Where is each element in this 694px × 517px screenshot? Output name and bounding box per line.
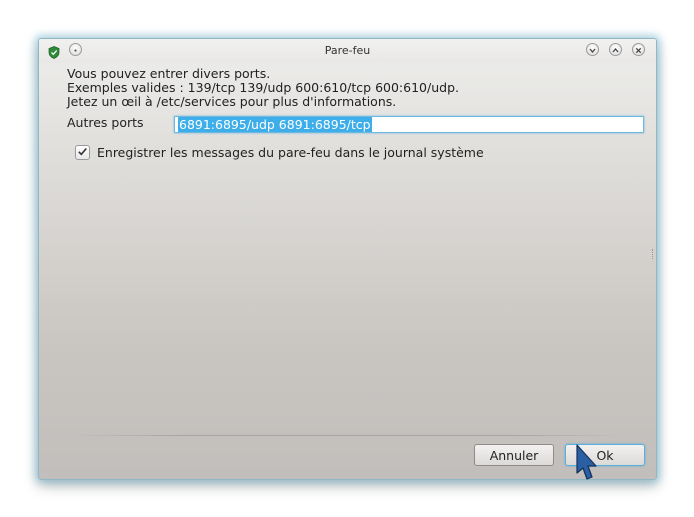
close-icon	[634, 40, 643, 59]
minimize-button[interactable]	[586, 43, 599, 56]
window-title: Pare-feu	[324, 44, 371, 57]
checkmark-icon	[77, 145, 88, 160]
button-separator	[67, 435, 627, 436]
title-bar[interactable]: Pare-feu	[39, 39, 656, 63]
chevron-up-icon	[611, 40, 620, 59]
ports-input-value: 6891:6895/udp 6891:6895/tcp	[178, 117, 372, 132]
log-checkbox-row[interactable]: Enregistrer les messages du pare-feu dan…	[75, 145, 484, 160]
info-text: Vous pouvez entrer divers ports. Exemple…	[67, 67, 647, 109]
maximize-button[interactable]	[609, 43, 622, 56]
ports-input[interactable]: 6891:6895/udp 6891:6895/tcp	[174, 116, 644, 133]
ports-label: Autres ports	[67, 115, 144, 130]
firewall-dialog: Pare-feu Vous pouvez entrer divers ports…	[38, 38, 657, 480]
info-line-1: Vous pouvez entrer divers ports.	[67, 66, 271, 81]
cancel-button[interactable]: Annuler	[474, 444, 554, 466]
info-line-2: Exemples valides : 139/tcp 139/udp 600:6…	[67, 80, 459, 95]
mouse-cursor-icon	[576, 444, 597, 480]
log-checkbox[interactable]	[75, 145, 90, 160]
log-checkbox-label: Enregistrer les messages du pare-feu dan…	[97, 145, 484, 160]
info-line-3: Jetez un œil à /etc/services pour plus d…	[67, 94, 397, 109]
chevron-down-icon	[588, 40, 597, 59]
close-button[interactable]	[632, 43, 645, 56]
resize-grip[interactable]	[652, 249, 655, 259]
